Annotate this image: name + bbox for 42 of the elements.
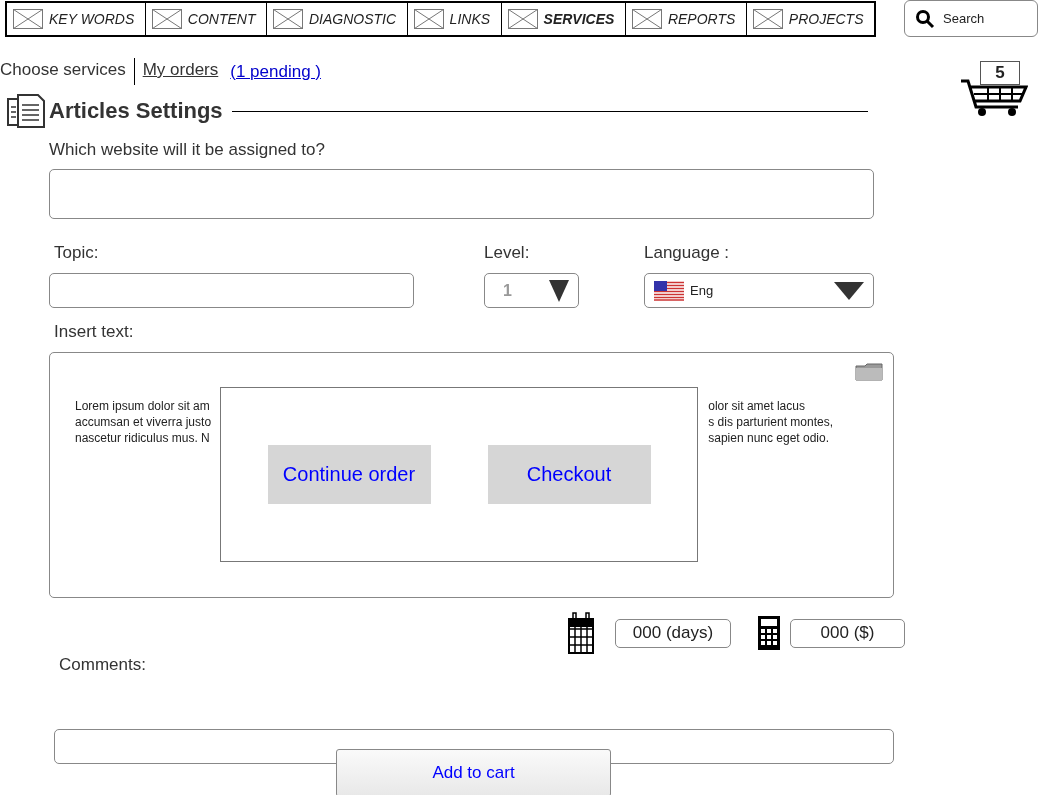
field-label: Which website will it be assigned to?: [49, 140, 326, 160]
search-field[interactable]: Search: [904, 0, 1038, 37]
image-placeholder-icon: [13, 9, 43, 29]
field-label: Language :: [644, 243, 731, 263]
image-placeholder-icon: [151, 9, 182, 29]
subnav-link[interactable]: Choose services: [0, 58, 135, 85]
calculator-icon: [757, 615, 781, 651]
field-label: Topic:: [54, 243, 100, 263]
image-placeholder-icon: [413, 9, 444, 29]
body-text: s dis parturient montes,: [708, 414, 833, 430]
image-placeholder-icon: [631, 9, 662, 29]
folder-icon: [855, 363, 883, 381]
add-to-cart-button[interactable]: Add to cart: [336, 749, 611, 795]
body-text: accumsan et viverra justo: [75, 414, 212, 430]
website-field[interactable]: [49, 169, 874, 219]
dropdown-arrow-icon: [834, 281, 864, 300]
subnav-link[interactable]: My orders: [134, 58, 227, 85]
text-area[interactable]: Lorem ipsum dolor sit am accumsan et viverra justo nascetur ridiculus mus. N olor sit amet lacus s dis parturient montes, sapien nunc eget odio. Continue order Checkout: [49, 352, 894, 598]
image-placeholder-icon: [507, 9, 538, 29]
field-label: Insert text:: [54, 322, 135, 342]
pending-link[interactable]: (1 pending ): [230, 60, 321, 83]
body-text: nascetur ridiculus mus. N: [75, 430, 211, 446]
language-dropdown[interactable]: Eng: [644, 273, 874, 308]
search-icon: [915, 8, 935, 29]
body-text: olor sit amet lacus: [708, 398, 806, 414]
dialog-button[interactable]: Checkout: [487, 445, 651, 504]
field-label: Comments:: [59, 655, 147, 675]
image-placeholder-icon: [752, 9, 783, 29]
dialog-button[interactable]: Continue order: [267, 445, 431, 504]
document-icon: [6, 93, 46, 129]
price-field: 000 ($): [790, 618, 905, 648]
cart-count: 5: [980, 61, 1020, 85]
calendar-icon: [567, 611, 595, 655]
days-field: 000 (days): [615, 618, 731, 648]
image-placeholder-icon: [273, 9, 303, 29]
field-label: Level:: [484, 243, 531, 263]
body-text: Lorem ipsum dolor sit am: [75, 398, 211, 414]
body-text: sapien nunc eget odio.: [708, 430, 831, 446]
topic-field[interactable]: [49, 273, 414, 308]
flag-icon: [654, 280, 684, 301]
section-title: Articles Settings: [49, 98, 223, 124]
dropdown-arrow-icon: [549, 279, 569, 302]
